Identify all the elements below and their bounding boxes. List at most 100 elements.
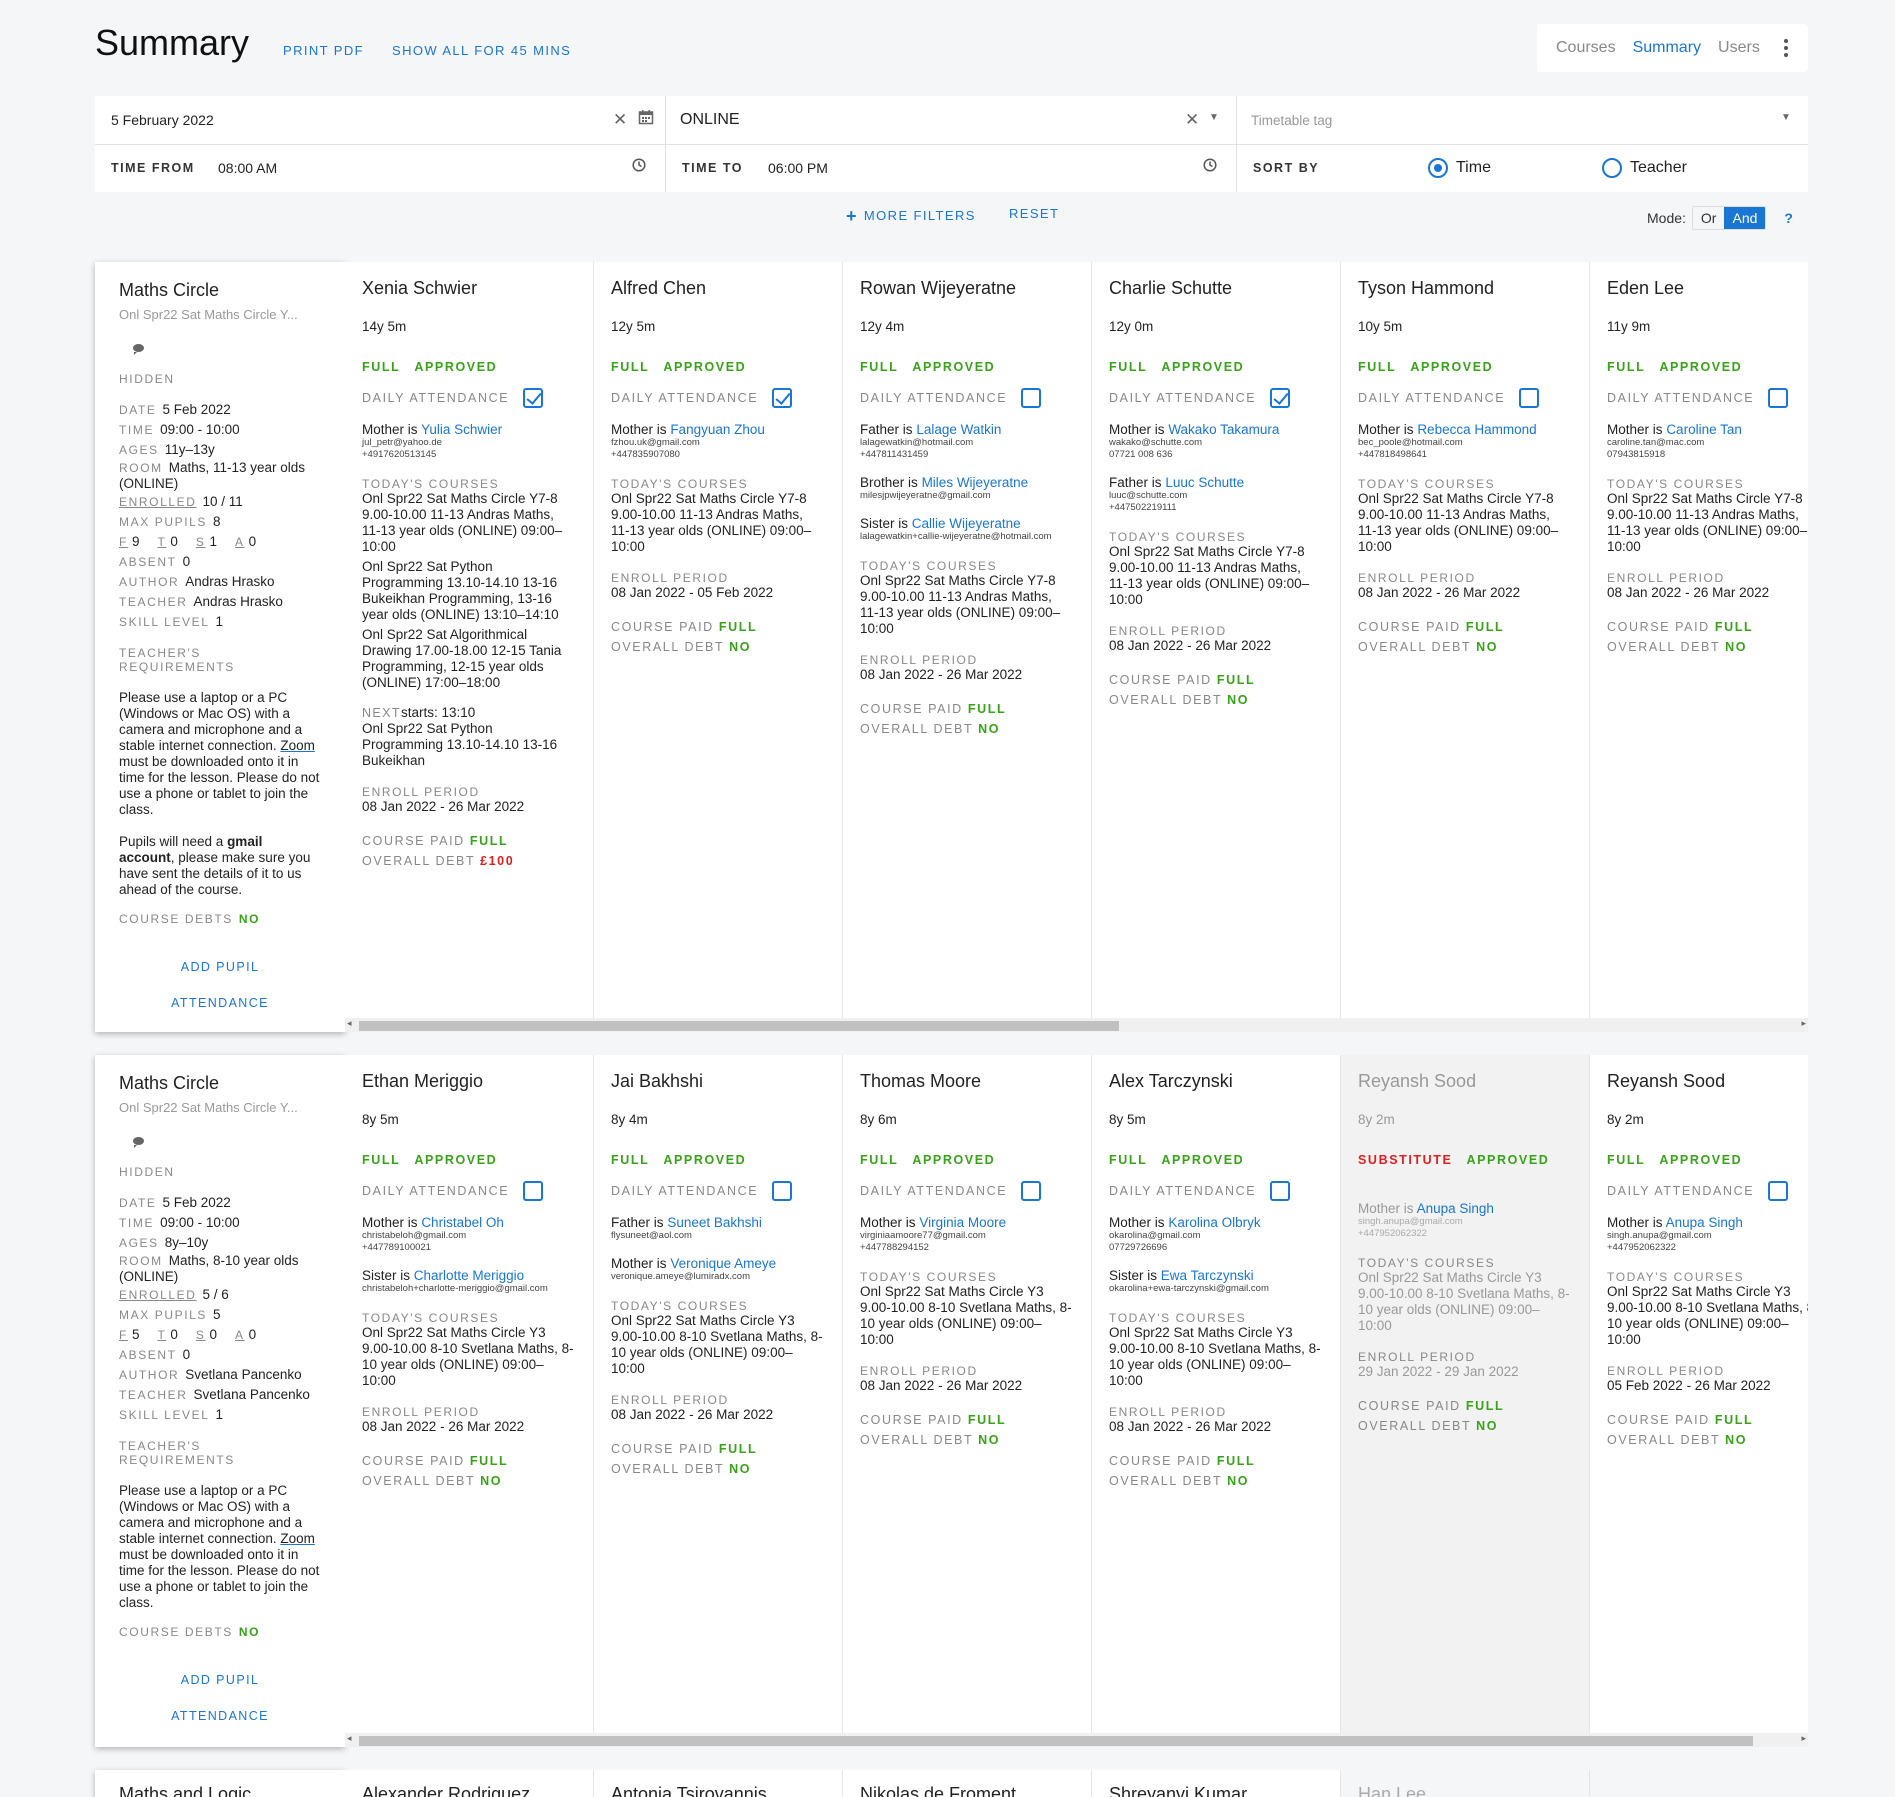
mode-or-button[interactable]: Or [1693, 207, 1725, 229]
checkbox-unchecked-icon[interactable] [1021, 388, 1042, 408]
chevron-down-icon[interactable]: ▼ [1209, 112, 1219, 123]
pupil-name[interactable]: Jai Bakhshi [611, 1071, 825, 1092]
horizontal-scrollbar[interactable]: ◂ ▸ [345, 1018, 1808, 1032]
count-a-value: 0 [248, 1327, 257, 1342]
pupils-scroller[interactable]: Ethan Meriggio 8y 5m FULL APPROVED DAILY ATT… [345, 1055, 1808, 1733]
relative-name-link[interactable]: Yulia Schwier [421, 422, 502, 437]
relative-name-link[interactable]: Lalage Watkin [916, 422, 1001, 437]
reset-button[interactable]: RESET [1009, 206, 1059, 221]
delivery-mode-select[interactable]: ONLINE [680, 96, 1200, 144]
course-paid-value: FULL [1216, 1454, 1256, 1468]
status-approval: APPROVED [1659, 1153, 1743, 1167]
relative-name-link[interactable]: Anupa Singh [1417, 1201, 1494, 1216]
pupil-name[interactable]: Reyansh Sood [1607, 1071, 1808, 1092]
pupil-name[interactable]: Rowan Wijeyeratne [860, 278, 1074, 299]
clock-icon[interactable] [632, 158, 646, 176]
scrollbar-thumb[interactable] [359, 1736, 1753, 1746]
add-pupil-button[interactable]: ADD PUPIL [119, 1673, 321, 1687]
checkbox-unchecked-icon[interactable] [1270, 1181, 1291, 1201]
nav-summary[interactable]: Summary [1633, 39, 1701, 57]
zoom-link[interactable]: Zoom [280, 1531, 315, 1546]
checkbox-unchecked-icon[interactable] [772, 1181, 793, 1201]
pupil-name[interactable]: Antonia Tsirovannis [611, 1784, 825, 1797]
course-title[interactable]: Maths Circle [119, 280, 321, 301]
sort-time-radio[interactable]: Time [1428, 144, 1491, 192]
comment-icon[interactable] [133, 344, 144, 355]
payment-info: COURSE PAID FULL OVERALL DEBT NO [860, 699, 1074, 739]
pupil-name[interactable]: Nikolas de Froment [860, 1784, 1074, 1797]
zoom-link[interactable]: Zoom [280, 738, 315, 753]
more-filters-button[interactable]: + MORE FILTERS [846, 206, 976, 227]
course-title[interactable]: Maths and Logic [119, 1784, 321, 1797]
relative-name-link[interactable]: Suneet Bakhshi [667, 1215, 762, 1230]
print-pdf-button[interactable]: PRINT PDF [283, 43, 364, 58]
scrollbar-thumb[interactable] [359, 1021, 1119, 1031]
pupil-name[interactable]: Han Lee [1358, 1784, 1572, 1797]
calendar-icon[interactable] [638, 109, 654, 129]
relative-name-link[interactable]: Caroline Tan [1666, 422, 1742, 437]
chevron-down-icon[interactable]: ▼ [1781, 112, 1791, 123]
relative-name-link[interactable]: Christabel Oh [421, 1215, 504, 1230]
time-from-input[interactable]: 08:00 AM [218, 144, 277, 192]
course-title[interactable]: Maths Circle [119, 1073, 321, 1094]
clear-date-icon[interactable]: ✕ [613, 110, 627, 130]
mode-and-button[interactable]: And [1724, 207, 1766, 229]
relative-name-link[interactable]: Callie Wijeyeratne [912, 516, 1021, 531]
date-field[interactable]: 5 February 2022 [111, 96, 651, 144]
scroll-right-icon[interactable]: ▸ [1801, 1018, 1806, 1029]
nav-courses[interactable]: Courses [1556, 39, 1616, 57]
relative-name-link[interactable]: Fangyuan Zhou [670, 422, 765, 437]
pupil-name[interactable]: Alexander Rodriguez [362, 1784, 576, 1797]
checkbox-unchecked-icon[interactable] [1021, 1181, 1042, 1201]
add-pupil-button[interactable]: ADD PUPIL [119, 960, 321, 974]
checkbox-checked-icon[interactable] [772, 388, 793, 408]
clock-icon[interactable] [1203, 158, 1217, 176]
pupil-name[interactable]: Ethan Meriggio [362, 1071, 576, 1092]
todays-courses: TODAY'S COURSES Onl Spr22 Sat Maths Circl… [1358, 1254, 1572, 1334]
pupil-name[interactable]: Alex Tarczynski [1109, 1071, 1323, 1092]
relative-name-link[interactable]: Luuc Schutte [1165, 475, 1244, 490]
relative-name-link[interactable]: Karolina Olbryk [1168, 1215, 1260, 1230]
relative-name-link[interactable]: Virginia Moore [919, 1215, 1006, 1230]
checkbox-unchecked-icon[interactable] [1519, 388, 1540, 408]
scroll-left-icon[interactable]: ◂ [347, 1733, 352, 1744]
relative-name-link[interactable]: Ewa Tarczynski [1161, 1268, 1254, 1283]
course-date-row: DATE 5 Feb 2022 [119, 1193, 321, 1213]
checkbox-checked-icon[interactable] [523, 388, 544, 408]
relative-name-link[interactable]: Veronique Ameye [670, 1256, 776, 1271]
relative-name-link[interactable]: Miles Wijeyeratne [922, 475, 1029, 490]
pupil-name[interactable]: Tyson Hammond [1358, 278, 1572, 299]
relative-name-link[interactable]: Anupa Singh [1666, 1215, 1743, 1230]
attendance-button[interactable]: ATTENDANCE [119, 1709, 321, 1723]
nav-users[interactable]: Users [1718, 39, 1760, 57]
checkbox-unchecked-icon[interactable] [523, 1181, 544, 1201]
pupils-scroller[interactable]: Xenia Schwier 14y 5m FULL APPROVED DAILY ATT… [345, 262, 1808, 1018]
scroll-left-icon[interactable]: ◂ [347, 1018, 352, 1029]
status-type: FULL [611, 1153, 650, 1167]
horizontal-scrollbar[interactable]: ◂ ▸ [345, 1733, 1808, 1747]
sort-teacher-radio[interactable]: Teacher [1602, 144, 1687, 192]
pupil-name[interactable]: Xenia Schwier [362, 278, 576, 299]
checkbox-checked-icon[interactable] [1270, 388, 1291, 408]
show-all-45-mins-button[interactable]: SHOW ALL FOR 45 MINS [392, 43, 571, 58]
help-button[interactable]: ? [1784, 210, 1793, 226]
checkbox-unchecked-icon[interactable] [1768, 388, 1789, 408]
timetable-tag-select[interactable]: Timetable tag [1251, 96, 1791, 144]
relative-name-link[interactable]: Charlotte Meriggio [414, 1268, 524, 1283]
checkbox-unchecked-icon[interactable] [1768, 1181, 1789, 1201]
attendance-button[interactable]: ATTENDANCE [119, 996, 321, 1010]
pupil-name[interactable]: Thomas Moore [860, 1071, 1074, 1092]
pupil-name[interactable]: Charlie Schutte [1109, 278, 1323, 299]
clear-mode-icon[interactable]: ✕ [1185, 110, 1199, 130]
relative-name-link[interactable]: Wakako Takamura [1168, 422, 1279, 437]
more-vert-icon[interactable] [1784, 39, 1788, 57]
scroll-right-icon[interactable]: ▸ [1801, 1733, 1806, 1744]
comment-icon[interactable] [133, 1137, 144, 1148]
pupil-name[interactable]: Eden Lee [1607, 278, 1808, 299]
pupil-name[interactable]: Shreyanvi Kumar [1109, 1784, 1323, 1797]
pupil-name[interactable]: Alfred Chen [611, 278, 825, 299]
relative-name-link[interactable]: Rebecca Hammond [1417, 422, 1536, 437]
pupil-name[interactable]: Reyansh Sood [1358, 1071, 1572, 1092]
time-to-input[interactable]: 06:00 PM [768, 144, 828, 192]
pupils-scroller[interactable]: Alexander Rodriguez Antonia Tsirovannis Ni… [345, 1770, 1808, 1797]
